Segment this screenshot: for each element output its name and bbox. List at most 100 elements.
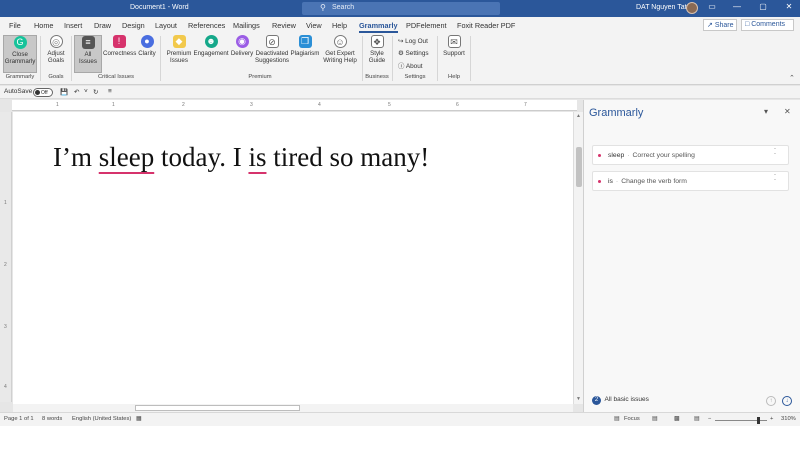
focus-label[interactable]: Focus — [624, 416, 640, 422]
share-label: Share — [714, 22, 734, 29]
user-name[interactable]: DAT Nguyen Tat — [636, 4, 687, 11]
autosave-toggle[interactable]: Off — [33, 88, 53, 97]
autosave-state: Off — [41, 90, 48, 96]
close-grammarly-label: Close Grammarly — [4, 51, 36, 65]
group-label-critical-issues: Critical Issues — [97, 74, 135, 80]
scrollbar-thumb[interactable] — [135, 405, 300, 411]
read-mode-icon[interactable]: ▤ — [652, 416, 657, 422]
focus-icon[interactable]: ▤ — [614, 416, 619, 422]
ruler-tick: 3 — [4, 324, 7, 330]
page-count[interactable]: Page 1 of 1 — [4, 416, 34, 422]
accessibility-icon[interactable]: ▦ — [136, 416, 141, 422]
all-issues-button[interactable]: ≡ All Issues — [74, 35, 102, 73]
next-issue-icon[interactable]: ↓ — [782, 396, 792, 406]
log-out-button[interactable]: ↪ Log Out — [398, 37, 428, 45]
expand-icon[interactable]: ˆˇ — [774, 175, 776, 186]
previous-issue-icon[interactable]: ↑ — [766, 396, 776, 406]
horizontal-ruler: 1 1 2 3 4 5 6 7 — [12, 100, 577, 111]
list-icon: ≡ — [81, 36, 95, 49]
autosave-label: AutoSave — [4, 88, 33, 95]
scrollbar-thumb[interactable] — [576, 147, 582, 187]
group-label-goals: Goals — [48, 74, 64, 80]
tab-review[interactable]: Review — [272, 21, 296, 30]
pane-close-icon[interactable]: ✕ — [784, 107, 791, 116]
group-label-help: Help — [448, 74, 460, 80]
settings-button[interactable]: ⚙ Settings — [398, 49, 429, 57]
flagged-word-is[interactable]: is — [248, 142, 266, 172]
document-text[interactable]: I’m sleep today. I is tired so many! — [53, 142, 429, 173]
customize-toolbar-icon[interactable]: ≡ — [108, 88, 112, 95]
tab-design[interactable]: Design — [122, 21, 145, 30]
all-basic-issues-filter[interactable]: 2 All basic issues — [592, 396, 649, 405]
language[interactable]: English (United States) — [72, 416, 131, 422]
info-icon: ⓘ — [398, 63, 405, 70]
style-guide-button[interactable]: ❖ Style Guide — [366, 35, 388, 64]
collapse-ribbon-icon[interactable]: ⌃ — [789, 74, 795, 82]
close-icon[interactable]: ✕ — [782, 2, 796, 11]
tab-file[interactable]: File — [9, 21, 21, 30]
tab-view[interactable]: View — [306, 21, 322, 30]
horizontal-scrollbar[interactable] — [13, 404, 573, 412]
get-expert-writing-help-button[interactable]: ☺ Get Expert Writing Help — [321, 35, 359, 64]
web-layout-icon[interactable]: ▤ — [694, 416, 699, 422]
zoom-out-icon[interactable]: − — [708, 416, 711, 422]
undo-dropdown-icon[interactable]: ˅ — [84, 88, 88, 95]
comments-button[interactable]: □ Comments — [741, 19, 794, 31]
flagged-word-sleep[interactable]: sleep — [99, 142, 154, 172]
avatar[interactable] — [686, 2, 698, 14]
suggestion-card[interactable]: sleep · Correct your spelling ˆˇ — [592, 145, 789, 165]
tab-references[interactable]: References — [188, 21, 225, 30]
clarity-button[interactable]: ● Clarity — [137, 35, 157, 57]
close-grammarly-button[interactable]: G Close Grammarly — [3, 35, 37, 73]
delivery-icon: ◉ — [235, 35, 249, 48]
search-placeholder: Search — [332, 4, 355, 11]
about-button[interactable]: ⓘ About — [398, 61, 423, 70]
save-icon[interactable]: 💾 — [60, 88, 68, 96]
group-label-premium: Premium — [248, 74, 272, 80]
deactivated-suggestions-button[interactable]: ⊘ Deactivated Suggestions — [254, 35, 290, 64]
print-layout-icon[interactable]: ▩ — [674, 416, 679, 422]
engagement-label: Engagement — [193, 50, 229, 57]
tab-layout[interactable]: Layout — [155, 21, 177, 30]
undo-icon[interactable]: ↶ — [74, 88, 79, 96]
tab-help[interactable]: Help — [332, 21, 347, 30]
redo-icon[interactable]: ↻ — [93, 88, 98, 96]
adjust-goals-button[interactable]: ◎ Adjust Goals — [43, 35, 69, 64]
tab-foxit-reader-pdf[interactable]: Foxit Reader PDF — [457, 21, 515, 30]
zoom-level[interactable]: 310% — [781, 416, 796, 422]
ribbon-display-icon[interactable]: ▭ — [705, 2, 719, 11]
correctness-button[interactable]: ! Correctness — [103, 35, 136, 57]
tab-insert[interactable]: Insert — [64, 21, 82, 30]
share-button[interactable]: ↗ Share — [703, 19, 737, 31]
ruler-tick: 2 — [182, 102, 185, 108]
restore-icon[interactable]: ▢ — [756, 2, 770, 11]
vertical-scrollbar[interactable]: ▲ ▼ — [573, 112, 583, 404]
tab-mailings[interactable]: Mailings — [233, 21, 260, 30]
engagement-button[interactable]: ☻ Engagement — [193, 35, 229, 57]
word-count[interactable]: 8 words — [42, 416, 62, 422]
premium-issues-button[interactable]: ◆ Premium Issues — [164, 35, 194, 64]
minimize-icon[interactable]: — — [730, 2, 744, 11]
support-button[interactable]: ✉ Support — [441, 35, 467, 57]
scroll-up-icon[interactable]: ▲ — [576, 113, 581, 119]
issue-count-badge: 2 — [592, 396, 601, 405]
tab-home[interactable]: Home — [34, 21, 53, 30]
expand-icon[interactable]: ˆˇ — [774, 149, 776, 160]
search-box[interactable]: ⚲ Search — [302, 2, 500, 15]
plagiarism-button[interactable]: ❒ Plagiarism — [290, 35, 320, 57]
tab-draw[interactable]: Draw — [94, 21, 111, 30]
document-page[interactable]: I’m sleep today. I is tired so many! — [13, 112, 573, 404]
chat-icon: ✉ — [447, 35, 461, 48]
scroll-down-icon[interactable]: ▼ — [576, 396, 581, 402]
comment-icon: □ — [745, 21, 750, 28]
grammarly-pane: Grammarly ▾ ✕ sleep · Correct your spellin… — [583, 100, 800, 412]
delivery-button[interactable]: ◉ Delivery — [230, 35, 254, 57]
zoom-slider-handle[interactable] — [757, 417, 760, 424]
ruler-tick: 4 — [4, 384, 7, 390]
zoom-in-icon[interactable]: + — [770, 416, 773, 422]
tab-grammarly[interactable]: Grammarly — [359, 21, 398, 33]
suggestion-card[interactable]: is · Change the verb form ˆˇ — [592, 171, 789, 191]
pane-options-icon[interactable]: ▾ — [764, 107, 768, 116]
group-label-business: Business — [365, 74, 389, 80]
tab-pdfelement[interactable]: PDFelement — [406, 21, 447, 30]
